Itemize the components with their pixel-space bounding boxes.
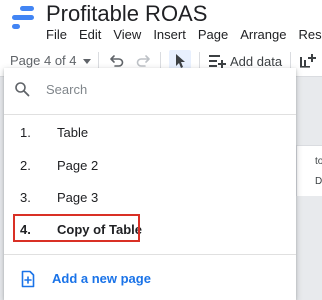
add-data-label: Add data [230, 53, 283, 69]
divider [4, 254, 296, 255]
menu-bar: File Edit View Insert Page Arrange Reso [46, 27, 322, 43]
add-data-icon [209, 55, 226, 68]
menu-arrange[interactable]: Arrange [240, 27, 286, 43]
canvas-text-fragment: Di [315, 176, 322, 187]
divider [4, 114, 296, 115]
page-list-item[interactable]: 1. Table [4, 117, 296, 149]
page-number: 1. [20, 125, 31, 140]
page-name: Copy of Table [57, 222, 142, 237]
report-title[interactable]: Profitable ROAS [46, 1, 207, 27]
page-list-item[interactable]: 3. Page 3 [4, 182, 296, 214]
page-search[interactable] [4, 68, 296, 110]
page-list-item[interactable]: 2. Page 2 [4, 150, 296, 182]
page-list-item-active[interactable]: 4. Copy of Table [4, 214, 296, 246]
canvas-text-fragment: to [315, 156, 322, 167]
page-dropdown: 1. Table 2. Page 2 3. Page 3 4. Copy of … [4, 68, 296, 300]
looker-studio-logo[interactable] [12, 6, 34, 30]
menu-view[interactable]: View [113, 27, 141, 43]
menu-resource[interactable]: Reso [298, 27, 322, 43]
page-name: Table [57, 125, 89, 140]
page-number: 3. [20, 190, 31, 205]
menu-insert[interactable]: Insert [153, 27, 186, 43]
page-number: 2. [20, 158, 31, 173]
page-name: Page 3 [57, 190, 99, 205]
menu-edit[interactable]: Edit [79, 27, 101, 43]
page-selector-label: Page 4 of 4 [10, 53, 77, 68]
page-number: 4. [20, 222, 31, 237]
page-name: Page 2 [57, 158, 99, 173]
menu-file[interactable]: File [46, 27, 67, 43]
add-chart-icon[interactable] [296, 50, 318, 72]
search-input[interactable] [46, 79, 276, 99]
canvas-table-fragment: to Di [296, 145, 322, 196]
add-page-button[interactable]: Add a new page [4, 264, 296, 294]
chevron-down-icon [82, 59, 91, 65]
search-icon [15, 82, 30, 97]
menu-page[interactable]: Page [198, 27, 228, 43]
app-header: Profitable ROAS File Edit View Insert Page Ar… [0, 0, 322, 46]
add-page-icon [21, 270, 35, 288]
add-page-label: Add a new page [52, 271, 151, 286]
